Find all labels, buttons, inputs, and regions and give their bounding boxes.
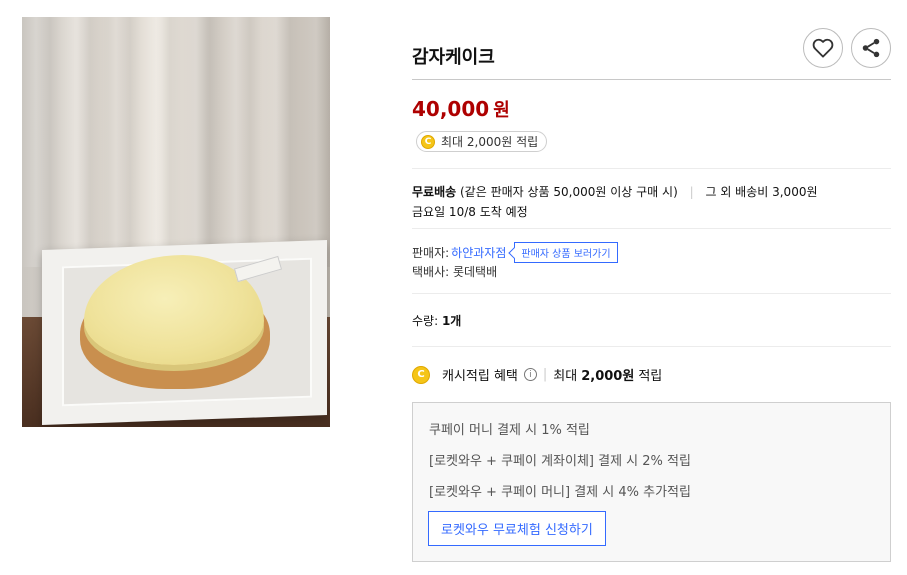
- quantity-label: 수량:: [412, 314, 439, 328]
- cash-max-value: 2,000원: [581, 369, 635, 384]
- wishlist-button[interactable]: [803, 28, 843, 68]
- price-unit: 원: [493, 100, 510, 121]
- quantity-value: 1개: [441, 314, 462, 328]
- heart-icon: [812, 38, 834, 58]
- separator: |: [542, 367, 548, 382]
- cash-max-prefix: 최대: [553, 369, 578, 384]
- divider: [412, 346, 891, 347]
- share-button[interactable]: [851, 28, 891, 68]
- rocket-wow-trial-button[interactable]: 로켓와우 무료체험 신청하기: [428, 511, 606, 546]
- divider: [412, 168, 891, 169]
- coin-icon: C: [421, 134, 435, 149]
- benefit-line: [로켓와우 + 쿠페이 계좌이체] 결제 시 2% 적립: [429, 454, 691, 469]
- other-shipping-fee: 그 외 배송비 3,000원: [705, 185, 818, 199]
- benefits-box: 쿠페이 머니 결제 시 1% 적립 [로켓와우 + 쿠페이 계좌이체] 결제 시…: [412, 402, 891, 562]
- reward-badge: C 최대 2,000원 적립: [416, 131, 548, 152]
- product-image[interactable]: [22, 17, 330, 427]
- cash-reward-row: C 캐시적립 혜택 i | 최대 2,000원 적립: [412, 365, 662, 384]
- divider: [412, 293, 891, 294]
- separator: |: [689, 185, 694, 199]
- arrival-date: 금요일 10/8 도착 예정: [412, 205, 528, 219]
- seller-label: 판매자:: [412, 246, 450, 260]
- price: 40,000 원: [412, 96, 510, 122]
- shipping-info: 무료배송 (같은 판매자 상품 50,000원 이상 구매 시) | 그 외 배…: [412, 183, 818, 200]
- quantity-info: 수량: 1개: [412, 312, 461, 329]
- price-value: 40,000: [412, 97, 490, 121]
- photo-curtain: [22, 17, 330, 267]
- courier-info: 택배사: 롯데택배: [412, 265, 498, 279]
- divider: [412, 228, 891, 229]
- cash-reward-label: 캐시적립 혜택: [442, 369, 518, 384]
- info-icon[interactable]: i: [523, 368, 537, 381]
- share-icon: [862, 38, 880, 58]
- title-divider: [412, 79, 891, 80]
- seller-name-link[interactable]: 하얀과자점: [451, 244, 506, 261]
- benefit-line: 쿠페이 머니 결제 시 1% 적립: [429, 423, 590, 438]
- shipping-condition: (같은 판매자 상품 50,000원 이상 구매 시): [460, 185, 678, 199]
- free-shipping-label: 무료배송: [412, 185, 457, 199]
- cash-max-suffix: 적립: [638, 369, 663, 384]
- benefit-line: [로켓와우 + 쿠페이 머니] 결제 시 4% 추가적립: [429, 485, 691, 500]
- product-title: 감자케이크: [412, 47, 495, 68]
- reward-text: 최대 2,000원 적립: [441, 135, 539, 149]
- seller-info: 판매자: 하얀과자점 판매자 상품 보러가기: [412, 242, 618, 263]
- coin-icon: C: [412, 365, 430, 384]
- seller-products-button[interactable]: 판매자 상품 보러가기: [514, 242, 618, 263]
